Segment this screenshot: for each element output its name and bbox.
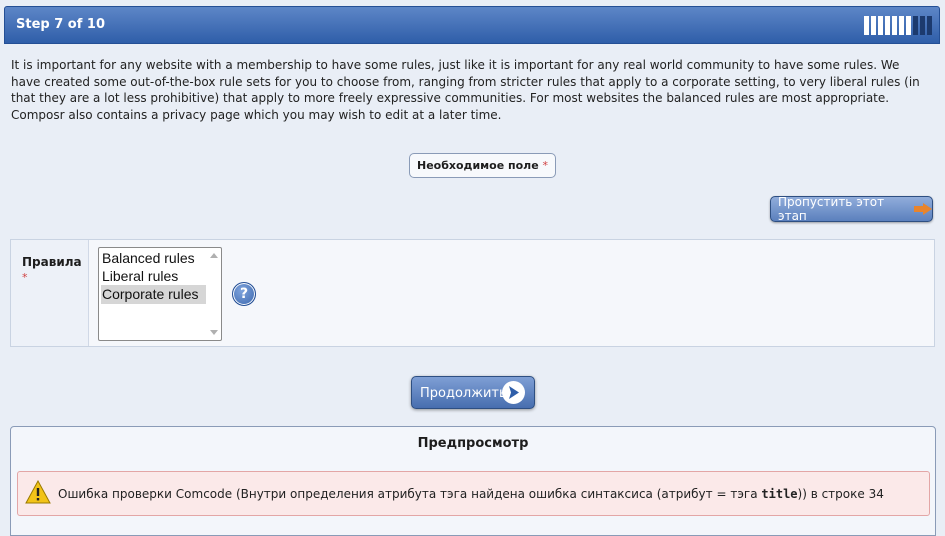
scroll-down-icon[interactable] bbox=[210, 330, 218, 335]
step-header: Step 7 of 10 bbox=[4, 6, 940, 44]
intro-text: It is important for any website with a m… bbox=[11, 58, 920, 122]
required-field-label: Необходимое поле bbox=[417, 159, 539, 172]
arrow-right-icon bbox=[914, 203, 932, 215]
preview-panel: Предпросмотр Ошибка проверки Comcode (Вн… bbox=[10, 426, 936, 536]
error-attribute-code: title bbox=[761, 487, 798, 501]
error-text: Ошибка проверки Comcode (Внутри определе… bbox=[58, 487, 884, 501]
step-progress-indicator bbox=[864, 16, 932, 35]
field-label-cell: Правила * bbox=[11, 240, 89, 346]
progress-segment bbox=[864, 16, 869, 35]
warning-icon bbox=[25, 479, 51, 508]
continue-button[interactable]: Продолжить bbox=[411, 376, 535, 409]
error-text-after: )) в строке 34 bbox=[797, 487, 884, 501]
rules-label: Правила bbox=[22, 255, 82, 269]
rules-option-liberal[interactable]: Liberal rules bbox=[101, 267, 206, 286]
progress-segment bbox=[878, 16, 883, 35]
listbox-scrollbar[interactable] bbox=[206, 248, 221, 340]
required-field-note: Необходимое поле * bbox=[409, 153, 557, 178]
skip-step-button[interactable]: Пропустить этот этап bbox=[770, 195, 933, 223]
progress-segment bbox=[906, 16, 911, 35]
rules-required-star: * bbox=[22, 271, 28, 284]
arrow-right-circle-icon bbox=[502, 381, 525, 404]
comcode-error-message: Ошибка проверки Comcode (Внутри определе… bbox=[17, 471, 930, 516]
scroll-up-icon[interactable] bbox=[210, 253, 218, 258]
progress-segment bbox=[927, 16, 932, 35]
continue-label: Продолжить bbox=[420, 386, 507, 401]
progress-segment bbox=[920, 16, 925, 35]
help-icon[interactable]: ? bbox=[232, 282, 256, 306]
preview-title: Предпросмотр bbox=[417, 436, 529, 451]
progress-segment bbox=[899, 16, 904, 35]
rules-listbox[interactable]: Balanced rules Liberal rules Corporate r… bbox=[98, 247, 222, 341]
progress-segment bbox=[913, 16, 918, 35]
required-star: * bbox=[542, 159, 549, 172]
rules-field-row: Правила * Balanced rules Liberal rules C… bbox=[10, 239, 935, 347]
skip-step-label: Пропустить этот этап bbox=[778, 195, 885, 223]
rules-option-corporate[interactable]: Corporate rules bbox=[101, 285, 206, 304]
step-title: Step 7 of 10 bbox=[16, 17, 106, 32]
progress-segment bbox=[885, 16, 890, 35]
error-text-before: Ошибка проверки Comcode (Внутри определе… bbox=[58, 487, 762, 501]
rules-option-balanced[interactable]: Balanced rules bbox=[101, 249, 206, 268]
progress-segment bbox=[871, 16, 876, 35]
progress-segment bbox=[892, 16, 897, 35]
